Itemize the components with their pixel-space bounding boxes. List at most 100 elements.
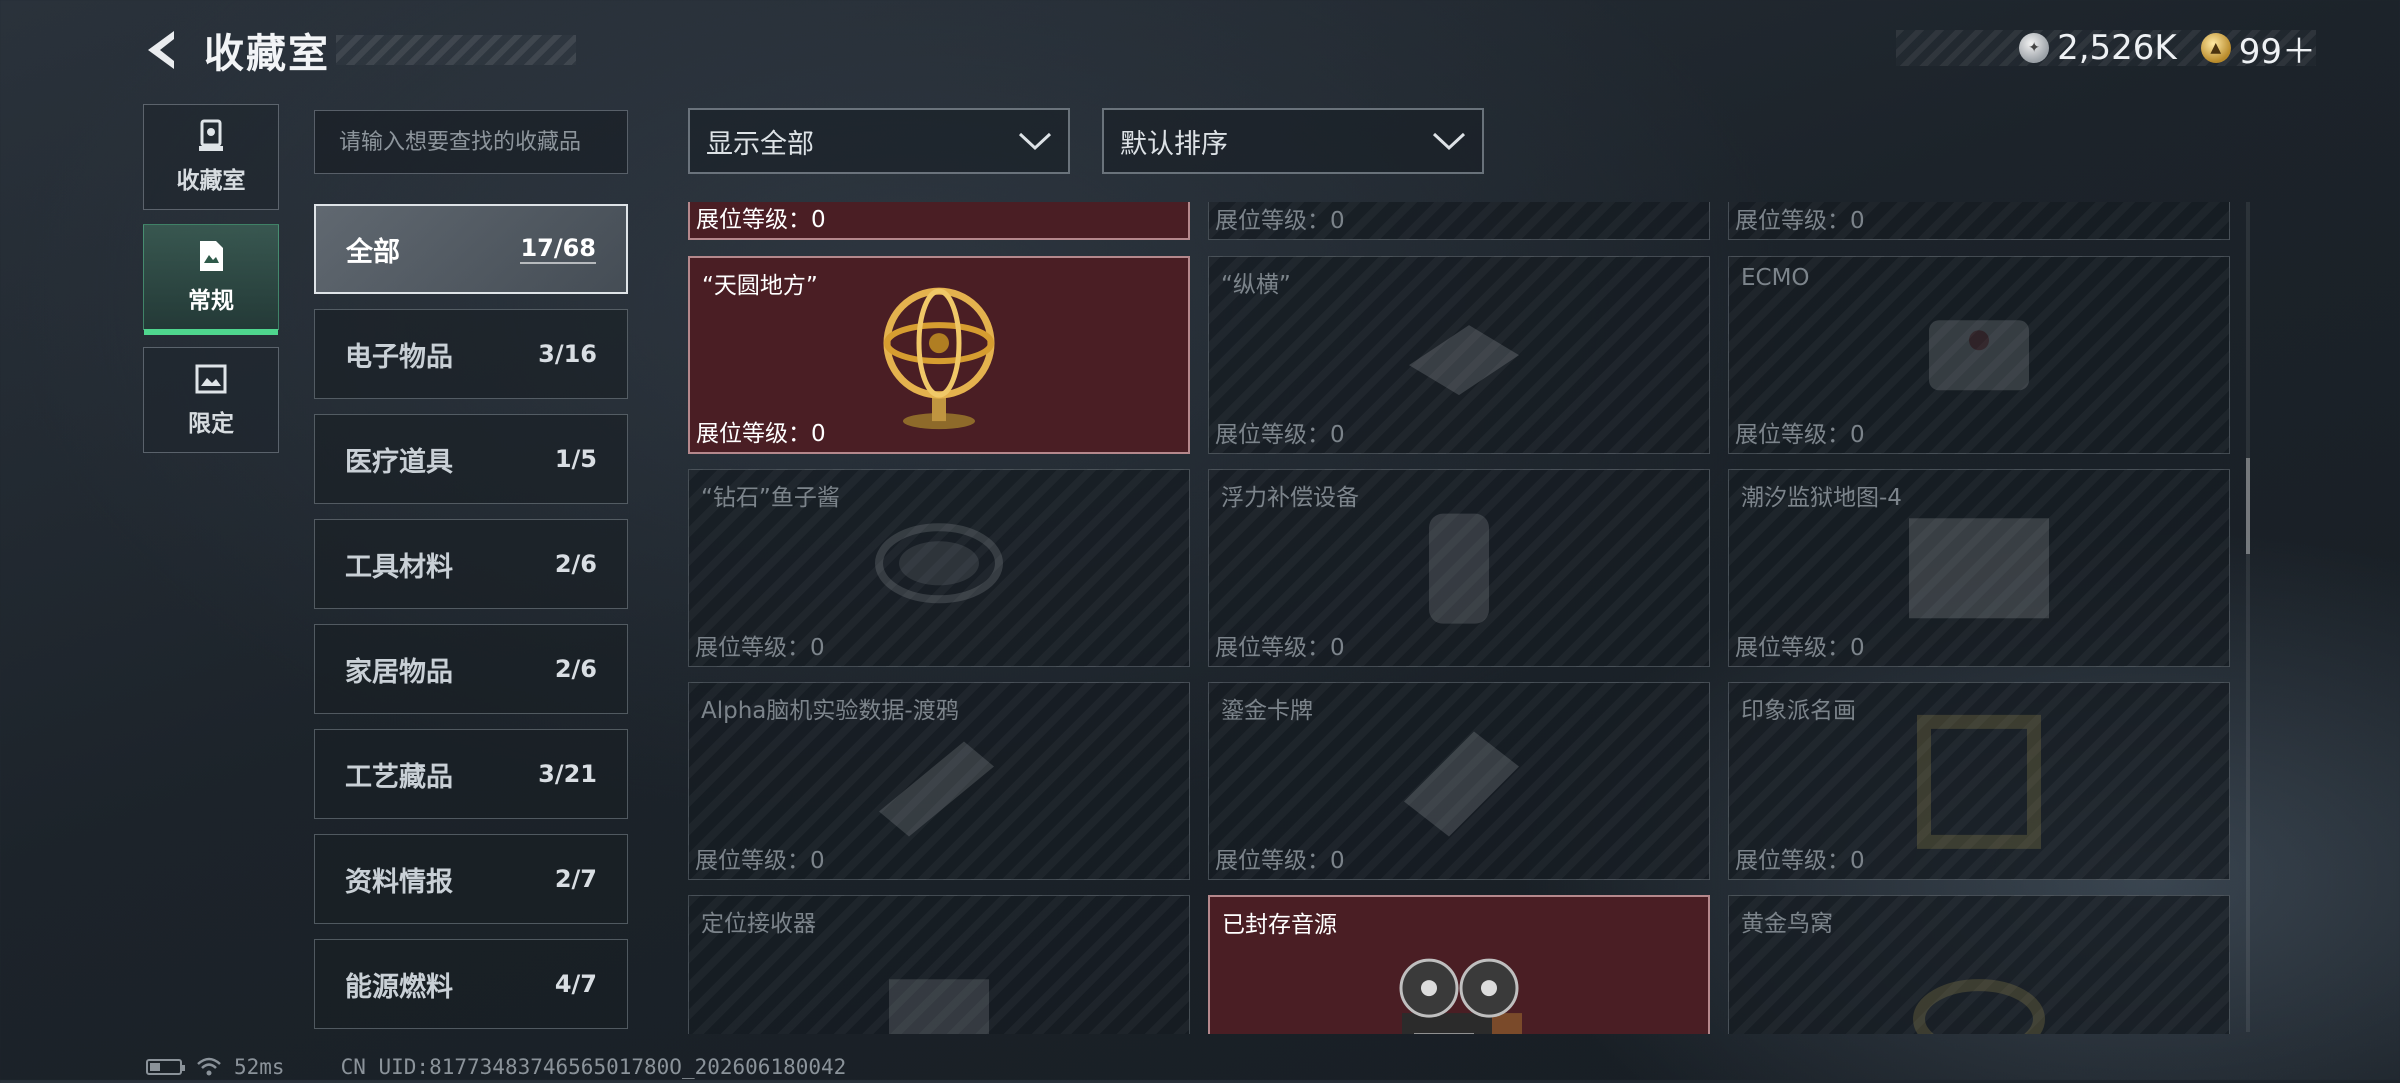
category-label: 家居物品: [345, 656, 453, 688]
map-icon: [1904, 513, 2054, 627]
currency-gold-value: 99＋: [2238, 31, 2316, 72]
card-name: ECMO: [1741, 265, 1810, 291]
currency-gold[interactable]: ▲ 99＋: [2200, 24, 2316, 73]
card-name: 印象派名画: [1741, 698, 1856, 724]
category-energy[interactable]: 能源燃料 4/7: [314, 939, 628, 1029]
page-title: 收藏室: [204, 31, 330, 77]
card-name: “钻石”鱼子酱: [701, 485, 840, 511]
ecmo-machine-icon: [1914, 300, 2044, 414]
category-household[interactable]: 家居物品 2/6: [314, 624, 628, 714]
card-level: 展位等级：0: [1215, 848, 1345, 874]
collection-card[interactable]: “钻石”鱼子酱 展位等级：0: [688, 469, 1190, 667]
card-level: 展位等级：0: [696, 421, 826, 447]
grid-scrollbar[interactable]: [2246, 202, 2250, 1032]
bird-nest-icon: [1909, 964, 2049, 1034]
search-box[interactable]: [314, 110, 628, 174]
category-label: 电子物品: [345, 341, 453, 373]
receiver-icon: [874, 959, 1004, 1034]
card-level: 展位等级：0: [1735, 635, 1865, 661]
card-name: “纵横”: [1221, 272, 1291, 298]
buoyancy-device-icon: [1404, 504, 1514, 638]
trophy-icon: [194, 119, 228, 153]
document-icon: [194, 239, 228, 273]
collection-card[interactable]: 展位等级：0: [1728, 202, 2230, 240]
data-device-icon: [864, 721, 1014, 845]
chevron-down-icon: [1018, 132, 1052, 151]
card-name: 浮力补偿设备: [1221, 485, 1359, 511]
collection-card[interactable]: 浮力补偿设备 展位等级：0: [1208, 469, 1710, 667]
armillary-sphere-icon: [874, 281, 1004, 435]
category-label: 能源燃料: [345, 971, 453, 1003]
card-level: 展位等级：0: [1215, 635, 1345, 661]
currency-silver[interactable]: ✦ 2,526K: [2019, 28, 2177, 68]
card-name: 黄金鸟窝: [1741, 911, 1833, 937]
picture-icon: [194, 362, 228, 396]
card-name: 定位接收器: [701, 911, 816, 937]
card-level: 展位等级：0: [1735, 208, 1865, 234]
uid-text: CN UID:8177348374656501780O_202606180042: [340, 1055, 847, 1079]
card-name: “天圆地方”: [702, 273, 818, 299]
collection-card[interactable]: 定位接收器: [688, 895, 1190, 1034]
category-label: 工艺藏品: [345, 761, 453, 793]
collection-card[interactable]: ECMO 展位等级：0: [1728, 256, 2230, 454]
side-tab-label: 收藏室: [176, 168, 246, 194]
category-count: 2/6: [554, 655, 597, 683]
collection-card[interactable]: 潮汐监狱地图-4 展位等级：0: [1728, 469, 2230, 667]
header: 收藏室: [140, 20, 576, 80]
currency-bar: ✦ 2,526K ▲ 99＋: [1896, 28, 2316, 72]
collection-card[interactable]: “天圆地方” 展位等级：0: [688, 256, 1190, 454]
card-level: 展位等级：0: [1735, 422, 1865, 448]
gold-coin-icon: ▲: [2200, 33, 2231, 63]
sort-dropdown[interactable]: 默认排序: [1102, 108, 1484, 174]
collection-card[interactable]: 已封存音源: [1208, 895, 1710, 1034]
collection-card[interactable]: “纵横” 展位等级：0: [1208, 256, 1710, 454]
category-count: 1/5: [554, 445, 597, 473]
wifi-icon: [196, 1056, 222, 1078]
card-icon: [1384, 721, 1534, 845]
category-intel[interactable]: 资料情报 2/7: [314, 834, 628, 924]
category-count: 4/7: [554, 970, 597, 998]
card-level: 展位等级：0: [695, 848, 825, 874]
reel-tape-recorder-icon: [1384, 943, 1534, 1034]
currency-silver-value: 2,526K: [2057, 28, 2177, 68]
collection-card[interactable]: Alpha脑机实验数据-渡鸦 展位等级：0: [688, 682, 1190, 880]
category-electronics[interactable]: 电子物品 3/16: [314, 309, 628, 399]
category-crafts[interactable]: 工艺藏品 3/21: [314, 729, 628, 819]
collection-card[interactable]: 黄金鸟窝: [1728, 895, 2230, 1034]
collection-card[interactable]: 印象派名画 展位等级：0: [1728, 682, 2230, 880]
category-tools[interactable]: 工具材料 2/6: [314, 519, 628, 609]
card-name: 已封存音源: [1222, 912, 1337, 938]
collection-grid: 展位等级：0 展位等级：0 展位等级：0 “天圆地方” 展位等级：0 “纵横” …: [688, 202, 2230, 1034]
chevron-down-icon: [1432, 132, 1466, 151]
card-name: 潮汐监狱地图-4: [1741, 485, 1902, 511]
search-input[interactable]: [337, 128, 605, 156]
display-filter-dropdown[interactable]: 显示全部: [688, 108, 1070, 174]
status-bar: 52ms CN UID:8177348374656501780O_2026061…: [146, 1054, 846, 1080]
category-count: 3/21: [538, 760, 597, 788]
category-label: 工具材料: [345, 551, 453, 583]
painting-frame-icon: [1914, 712, 2044, 856]
category-count: 2/7: [554, 865, 597, 893]
side-tab-collection-room[interactable]: 收藏室: [143, 104, 279, 210]
side-tab-label: 常规: [188, 288, 234, 314]
side-tab-regular[interactable]: 常规: [143, 224, 279, 335]
category-count: 2/6: [554, 550, 597, 578]
chessboard-icon: [1389, 305, 1529, 409]
battery-icon: [146, 1059, 185, 1075]
card-level: 展位等级：0: [695, 635, 825, 661]
back-arrow-icon[interactable]: [140, 27, 186, 73]
card-level: 展位等级：0: [696, 207, 826, 233]
title-decoration: [336, 35, 576, 65]
card-level: 展位等级：0: [1215, 422, 1345, 448]
collection-card[interactable]: 展位等级：0: [688, 202, 1190, 240]
collection-card[interactable]: 展位等级：0: [1208, 202, 1710, 240]
caviar-tin-icon: [869, 513, 1009, 627]
category-medical[interactable]: 医疗道具 1/5: [314, 414, 628, 504]
side-tab-limited[interactable]: 限定: [143, 347, 279, 453]
display-filter-value: 显示全部: [706, 128, 814, 160]
category-all[interactable]: 全部 17/68: [314, 204, 628, 294]
collection-card[interactable]: 鎏金卡牌 展位等级：0: [1208, 682, 1710, 880]
category-label: 资料情报: [345, 866, 453, 898]
scrollbar-thumb[interactable]: [2246, 458, 2250, 554]
category-label: 全部: [346, 236, 400, 268]
